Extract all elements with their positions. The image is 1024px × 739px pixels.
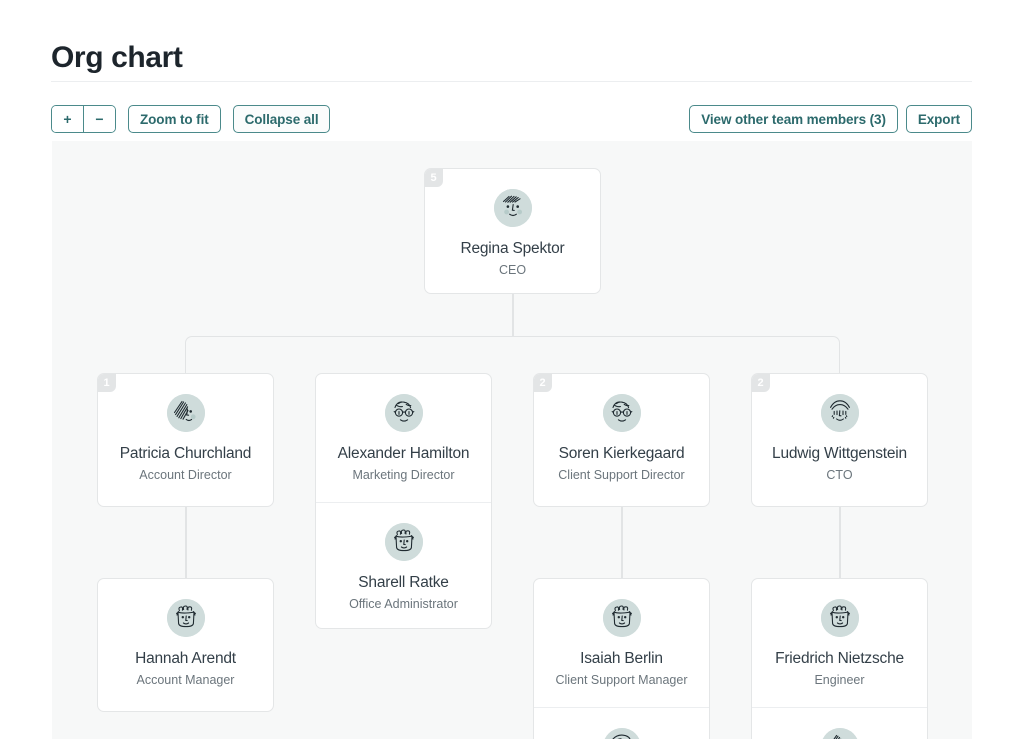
export-button[interactable]: Export: [905, 105, 972, 133]
connector-ceo-stem: [512, 294, 514, 336]
view-other-team-members-button[interactable]: View other team members (3): [689, 105, 898, 133]
person-entry[interactable]: 5 Regina Spektor CEO: [425, 169, 600, 293]
person-entry[interactable]: 2 Ludwig Wittgenstein CTO: [752, 374, 927, 502]
zoom-in-button[interactable]: +: [52, 106, 83, 132]
avatar-partial-cutoff-icon: [820, 728, 859, 739]
person-entry[interactable]: Alexander Hamilton Marketing Director: [316, 374, 491, 502]
avatar-bald-brows-icon: [820, 394, 859, 432]
person-entry[interactable]: 1 Patricia Churchland Account Director: [98, 374, 273, 502]
zoom-button-group: + −: [51, 105, 116, 133]
node-card-hannah-arendt[interactable]: Hannah Arendt Account Manager: [97, 578, 274, 712]
person-title: Marketing Director: [352, 468, 455, 482]
person-name: Isaiah Berlin: [580, 650, 663, 667]
direct-reports-badge: 2: [534, 374, 552, 392]
node-card-friedrich-nietzsche-group[interactable]: Friedrich Nietzsche Engineer: [751, 578, 928, 739]
person-entry[interactable]: Hannah Arendt Account Manager: [98, 579, 273, 707]
direct-reports-badge: 5: [425, 169, 443, 187]
connector-level2-bus: [185, 336, 840, 373]
person-title: Engineer: [814, 673, 865, 687]
person-title: CTO: [826, 468, 853, 482]
avatar-partial-cutoff-icon: [602, 728, 641, 739]
person-title: Client Support Director: [558, 468, 685, 482]
zoom-to-fit-button[interactable]: Zoom to fit: [128, 105, 221, 133]
toolbar-left-group: + − Zoom to fit Collapse all: [51, 105, 331, 133]
avatar-curly-short-icon: [166, 599, 205, 637]
person-entry[interactable]: Isaiah Berlin Client Support Manager: [534, 579, 709, 707]
avatar-glasses-wavy-icon: [384, 394, 423, 432]
avatar-curly-short-icon: [820, 599, 859, 637]
header-divider: [51, 81, 972, 82]
org-chart-page: Org chart + − Zoom to fit Collapse all V…: [0, 0, 1024, 739]
person-title: Account Director: [139, 468, 232, 482]
person-title: Account Manager: [136, 673, 235, 687]
node-card-ludwig-wittgenstein[interactable]: 2 Ludwig Wittgenstein CTO: [751, 373, 928, 507]
person-entry[interactable]: Friedrich Nietzsche Engineer: [752, 579, 927, 707]
node-card-isaiah-berlin-group[interactable]: Isaiah Berlin Client Support Manager: [533, 578, 710, 739]
person-entry[interactable]: Sharell Ratke Office Administrator: [316, 502, 491, 628]
person-name: Soren Kierkegaard: [558, 445, 685, 462]
person-title: Client Support Manager: [555, 673, 688, 687]
person-entry-cutoff[interactable]: [752, 707, 927, 739]
person-name: Friedrich Nietzsche: [775, 650, 904, 667]
node-card-ceo[interactable]: 5 Regina Spektor CEO: [424, 168, 601, 294]
avatar-glasses-wavy-icon: [602, 394, 641, 432]
person-name: Hannah Arendt: [135, 650, 236, 667]
collapse-all-button[interactable]: Collapse all: [232, 105, 331, 133]
page-title: Org chart: [51, 41, 183, 74]
person-title: Office Administrator: [349, 597, 458, 611]
person-title: CEO: [498, 263, 527, 277]
node-card-patricia-churchland[interactable]: 1 Patricia Churchland Account Director: [97, 373, 274, 507]
avatar-hair-swept-icon: [493, 189, 532, 227]
zoom-out-button[interactable]: −: [83, 106, 115, 132]
node-card-alexander-hamilton-group[interactable]: Alexander Hamilton Marketing Director Sh…: [315, 373, 492, 629]
person-name: Regina Spektor: [460, 240, 565, 257]
person-entry[interactable]: 2 Soren Kierkegaard Client Support Direc…: [534, 374, 709, 502]
person-name: Sharell Ratke: [358, 574, 449, 591]
org-chart-canvas[interactable]: 5 Regina Spektor CEO 1 Patricia Churchla…: [52, 141, 972, 739]
avatar-curly-short-icon: [384, 523, 423, 561]
toolbar-right-group: View other team members (3) Export: [689, 105, 972, 133]
node-card-soren-kierkegaard[interactable]: 2 Soren Kierkegaard Client Support Direc…: [533, 373, 710, 507]
toolbar: + − Zoom to fit Collapse all View other …: [51, 105, 972, 133]
direct-reports-badge: 2: [752, 374, 770, 392]
person-name: Alexander Hamilton: [337, 445, 470, 462]
direct-reports-badge: 1: [98, 374, 116, 392]
avatar-hair-side-icon: [166, 394, 205, 432]
person-name: Ludwig Wittgenstein: [772, 445, 907, 462]
connector-patricia-to-hannah: [185, 507, 187, 578]
person-name: Patricia Churchland: [119, 445, 252, 462]
connector-soren-to-isaiah: [621, 507, 623, 578]
person-entry-cutoff[interactable]: [534, 707, 709, 739]
connector-ludwig-to-friedrich: [839, 507, 841, 578]
avatar-curly-short-icon: [602, 599, 641, 637]
